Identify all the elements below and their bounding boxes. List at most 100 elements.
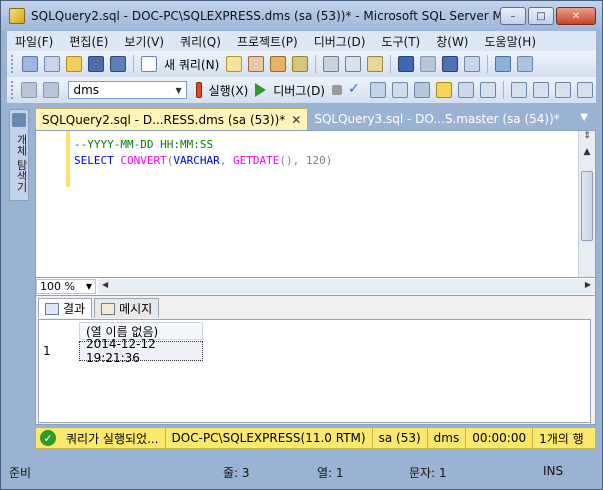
navigate-forward-icon[interactable] [464, 56, 481, 72]
tab-label: SQLQuery2.sql - D...RESS.dms (sa (53))* [42, 112, 286, 127]
toolbar-options-icon[interactable] [517, 56, 534, 72]
status-bar: 준비 줄: 3 열: 1 문자: 1 INS [1, 459, 602, 483]
result-cell[interactable]: 2014-12-12 19:21:36 [79, 337, 203, 365]
copy-icon[interactable] [345, 56, 362, 72]
standard-toolbar: 새 쿼리(N) [7, 51, 596, 77]
results-to-grid-icon[interactable] [436, 82, 452, 98]
dmx-query-icon[interactable] [270, 56, 287, 72]
message-icon [101, 302, 116, 315]
comment-icon[interactable] [511, 82, 527, 98]
toolbar-separator [315, 55, 317, 73]
open-file-icon[interactable] [66, 56, 82, 72]
sql-editor-toolbar: dms ▼ 실행(X) 디버그(D) ✓ [7, 77, 596, 103]
object-explorer-pane[interactable]: 개체 탐색기 [9, 109, 29, 201]
status-insert-mode: INS [543, 464, 564, 478]
code-comment-line: --YYYY-MM-DD HH:MM:SS [74, 138, 214, 151]
menu-help[interactable]: 도움말(H) [477, 33, 545, 50]
tab-results[interactable]: 결과 [38, 298, 93, 318]
add-item-icon[interactable] [44, 56, 60, 72]
connect-icon[interactable] [21, 82, 38, 98]
editor-horizontal-scrollbar[interactable]: ◀ ▶ [98, 279, 595, 294]
tab-list-dropdown-icon[interactable]: ▼ [580, 112, 588, 123]
close-button[interactable]: ✕ [556, 7, 596, 25]
debug-button[interactable]: 디버그(D) [273, 82, 325, 99]
editor-vertical-scrollbar[interactable]: ⇕ ▲ [578, 131, 595, 277]
database-select-value: dms [73, 83, 100, 97]
uncomment-icon[interactable] [533, 82, 549, 98]
close-tab-icon[interactable]: ✕ [291, 113, 301, 127]
menu-query[interactable]: 쿼리(Q) [172, 33, 229, 50]
status-column: 열: 1 [317, 466, 344, 480]
scroll-left-icon[interactable]: ◀ [102, 280, 108, 289]
results-grid[interactable]: (열 이름 없음) 1 2014-12-12 19:21:36 [38, 319, 591, 423]
parse-checkmark-icon[interactable]: ✓ [348, 82, 364, 98]
execute-button[interactable]: 실행(X) [209, 82, 249, 99]
code-keyword-select: SELECT [74, 154, 114, 167]
increase-indent-icon[interactable] [577, 82, 593, 98]
scroll-up-icon[interactable]: ▲ [579, 147, 595, 163]
menu-view[interactable]: 보기(V) [116, 33, 172, 50]
tab-label: SQLQuery3.sql - DO...S.master (sa (54))* [314, 112, 560, 126]
tab-results-label: 결과 [63, 302, 86, 316]
activity-monitor-icon[interactable] [495, 56, 512, 72]
toolbar-separator [390, 55, 392, 73]
toolbar-grip[interactable] [11, 55, 15, 73]
new-project-icon[interactable] [22, 56, 38, 72]
xmla-query-icon[interactable] [292, 56, 309, 72]
code-type-varchar: VARCHAR [173, 154, 220, 167]
split-editor-icon[interactable]: ⇕ [579, 131, 595, 147]
menu-bar: 파일(F) 편집(E) 보기(V) 쿼리(Q) 프로젝트(P) 디버그(D) 도… [7, 31, 596, 51]
tab-sqlquery3[interactable]: SQLQuery3.sql - DO...S.master (sa (54))* [308, 108, 565, 130]
save-all-icon[interactable] [110, 56, 126, 72]
analysis-query-icon[interactable] [248, 56, 265, 72]
toolbar-grip[interactable] [11, 81, 14, 99]
results-to-text-icon[interactable] [458, 82, 474, 98]
save-icon[interactable] [88, 56, 104, 72]
decrease-indent-icon[interactable] [555, 82, 571, 98]
code-function-getdate: GETDATE [232, 154, 280, 167]
code-args-tail: , 120) [292, 154, 333, 167]
sql-editor[interactable]: --YYYY-MM-DD HH:MM:SS SELECT CONVERT(VAR… [35, 130, 596, 278]
object-explorer-label: 개체 탐색기 [15, 134, 28, 193]
display-plan-icon[interactable] [370, 82, 386, 98]
menu-project[interactable]: 프로젝트(P) [229, 33, 306, 50]
maximize-button[interactable]: □ [528, 7, 554, 25]
intellisense-icon[interactable] [414, 82, 430, 98]
editor-gutter [40, 131, 70, 277]
menu-window[interactable]: 창(W) [428, 33, 476, 50]
editor-zoom-bar: 100 % ▼ ◀ ▶ [35, 278, 596, 295]
new-query-icon[interactable] [141, 56, 157, 72]
stop-icon[interactable] [332, 85, 342, 95]
row-count: 1개의 행 [539, 431, 584, 446]
new-query-button[interactable]: 새 쿼리(N) [164, 56, 219, 73]
code-text[interactable]: --YYYY-MM-DD HH:MM:SS SELECT CONVERT(VAR… [74, 137, 332, 169]
current-database: dms [428, 427, 467, 449]
minimize-button[interactable]: – [500, 7, 526, 25]
scroll-right-icon[interactable]: ▶ [585, 280, 591, 289]
query-status-message: 쿼리가 실행되었... [60, 427, 166, 449]
code-function-convert: CONVERT [120, 154, 167, 167]
paste-icon[interactable] [367, 56, 384, 72]
undo-icon[interactable] [398, 56, 415, 72]
zoom-select[interactable]: 100 % ▼ [36, 279, 96, 294]
status-ready: 준비 [9, 466, 32, 480]
query-designer-icon[interactable] [392, 82, 408, 98]
menu-edit[interactable]: 편집(E) [61, 33, 116, 50]
tab-messages[interactable]: 메시지 [94, 298, 160, 318]
database-select[interactable]: dms ▼ [68, 81, 187, 99]
scroll-thumb[interactable] [581, 171, 593, 241]
menu-debug[interactable]: 디버그(D) [306, 33, 374, 50]
database-engine-query-icon[interactable] [226, 56, 243, 72]
row-number[interactable]: 1 [43, 344, 51, 358]
cut-icon[interactable] [323, 56, 340, 72]
menu-tools[interactable]: 도구(T) [373, 33, 428, 50]
redo-icon[interactable] [420, 56, 437, 72]
status-line: 줄: 3 [223, 466, 250, 480]
results-to-file-icon[interactable] [480, 82, 496, 98]
change-connection-icon[interactable] [43, 82, 60, 98]
window-controls: – □ ✕ [500, 7, 596, 25]
menu-file[interactable]: 파일(F) [7, 33, 61, 50]
change-tracking-bar [66, 131, 70, 187]
navigate-back-icon[interactable] [442, 56, 459, 72]
tab-sqlquery2[interactable]: SQLQuery2.sql - D...RESS.dms (sa (53))* … [35, 108, 309, 130]
